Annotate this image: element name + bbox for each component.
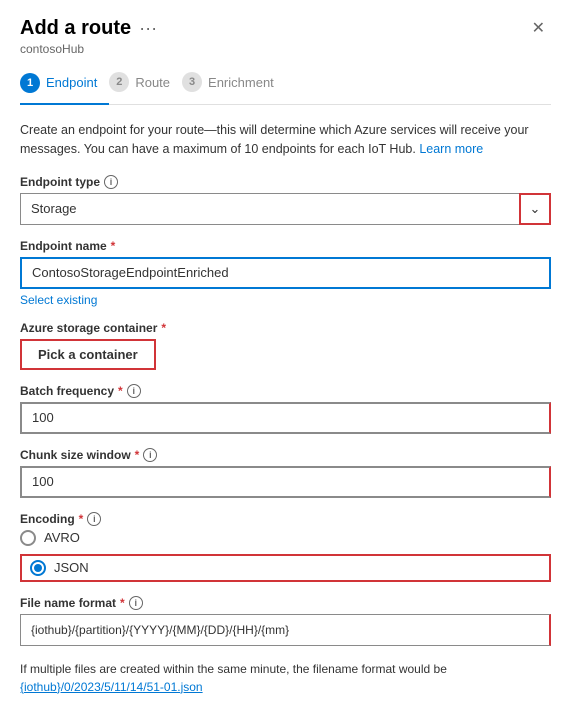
more-options-icon[interactable]: ··· <box>139 18 157 39</box>
batch-frequency-info-icon[interactable]: i <box>127 384 141 398</box>
filename-format-label: File name format * i <box>20 596 551 610</box>
footer-text: If multiple files are created within the… <box>20 660 551 696</box>
add-route-panel: Add a route ··· ✕ contosoHub 1 Endpoint … <box>0 0 571 721</box>
azure-container-label: Azure storage container * <box>20 321 551 335</box>
chunk-size-label: Chunk size window * i <box>20 448 551 462</box>
step-2-circle: 2 <box>109 72 129 92</box>
filename-format-required: * <box>120 596 125 610</box>
pick-container-button[interactable]: Pick a container <box>20 339 156 370</box>
encoding-radio-group: AVRO JSON <box>20 530 551 582</box>
encoding-field: Encoding * i AVRO JSON <box>20 512 551 582</box>
endpoint-name-required: * <box>111 239 116 253</box>
chunk-size-required: * <box>135 448 140 462</box>
step-enrichment[interactable]: 3 Enrichment <box>182 68 286 96</box>
chunk-size-input[interactable] <box>20 466 551 498</box>
select-existing-link[interactable]: Select existing <box>20 293 97 307</box>
azure-container-required: * <box>161 321 166 335</box>
encoding-json-item[interactable]: JSON <box>20 554 551 582</box>
encoding-label: Encoding * i <box>20 512 551 526</box>
batch-frequency-input[interactable] <box>20 402 551 434</box>
step-3-circle: 3 <box>182 72 202 92</box>
learn-more-link[interactable]: Learn more <box>419 142 483 156</box>
encoding-json-radio[interactable] <box>30 560 46 576</box>
endpoint-type-select[interactable]: Storage <box>20 193 551 225</box>
footer-example-link[interactable]: {iothub}/0/2023/5/11/14/51-01.json <box>20 680 203 694</box>
endpoint-type-field: Endpoint type i Storage ⌄ <box>20 175 551 225</box>
batch-frequency-label: Batch frequency * i <box>20 384 551 398</box>
step-1-circle: 1 <box>20 73 40 93</box>
panel-header: Add a route ··· ✕ <box>20 16 551 40</box>
step-route[interactable]: 2 Route <box>109 68 182 96</box>
encoding-json-label: JSON <box>54 560 89 575</box>
steps-nav: 1 Endpoint 2 Route 3 Enrichment <box>20 68 551 105</box>
azure-container-field: Azure storage container * Pick a contain… <box>20 321 551 370</box>
chunk-size-info-icon[interactable]: i <box>143 448 157 462</box>
panel-subtitle: contosoHub <box>20 42 551 56</box>
step-3-label: Enrichment <box>208 75 274 90</box>
endpoint-name-field: Endpoint name * Select existing <box>20 239 551 307</box>
endpoint-name-input[interactable] <box>20 257 551 289</box>
chunk-size-field: Chunk size window * i <box>20 448 551 498</box>
filename-format-info-icon[interactable]: i <box>129 596 143 610</box>
step-1-label: Endpoint <box>46 75 97 90</box>
description-text: Create an endpoint for your route—this w… <box>20 121 551 159</box>
filename-format-field: File name format * i <box>20 596 551 646</box>
batch-frequency-required: * <box>118 384 123 398</box>
endpoint-name-label: Endpoint name * <box>20 239 551 253</box>
panel-title: Add a route <box>20 17 131 40</box>
filename-format-input[interactable] <box>20 614 551 646</box>
title-row: Add a route ··· <box>20 17 157 40</box>
step-2-label: Route <box>135 75 170 90</box>
encoding-avro-label: AVRO <box>44 530 80 545</box>
endpoint-type-select-wrapper: Storage ⌄ <box>20 193 551 225</box>
batch-frequency-field: Batch frequency * i <box>20 384 551 434</box>
endpoint-type-label: Endpoint type i <box>20 175 551 189</box>
endpoint-type-info-icon[interactable]: i <box>104 175 118 189</box>
close-button[interactable]: ✕ <box>526 16 551 40</box>
encoding-avro-item[interactable]: AVRO <box>20 530 551 546</box>
encoding-avro-radio[interactable] <box>20 530 36 546</box>
step-endpoint[interactable]: 1 Endpoint <box>20 69 109 105</box>
encoding-info-icon[interactable]: i <box>87 512 101 526</box>
encoding-required: * <box>79 512 84 526</box>
